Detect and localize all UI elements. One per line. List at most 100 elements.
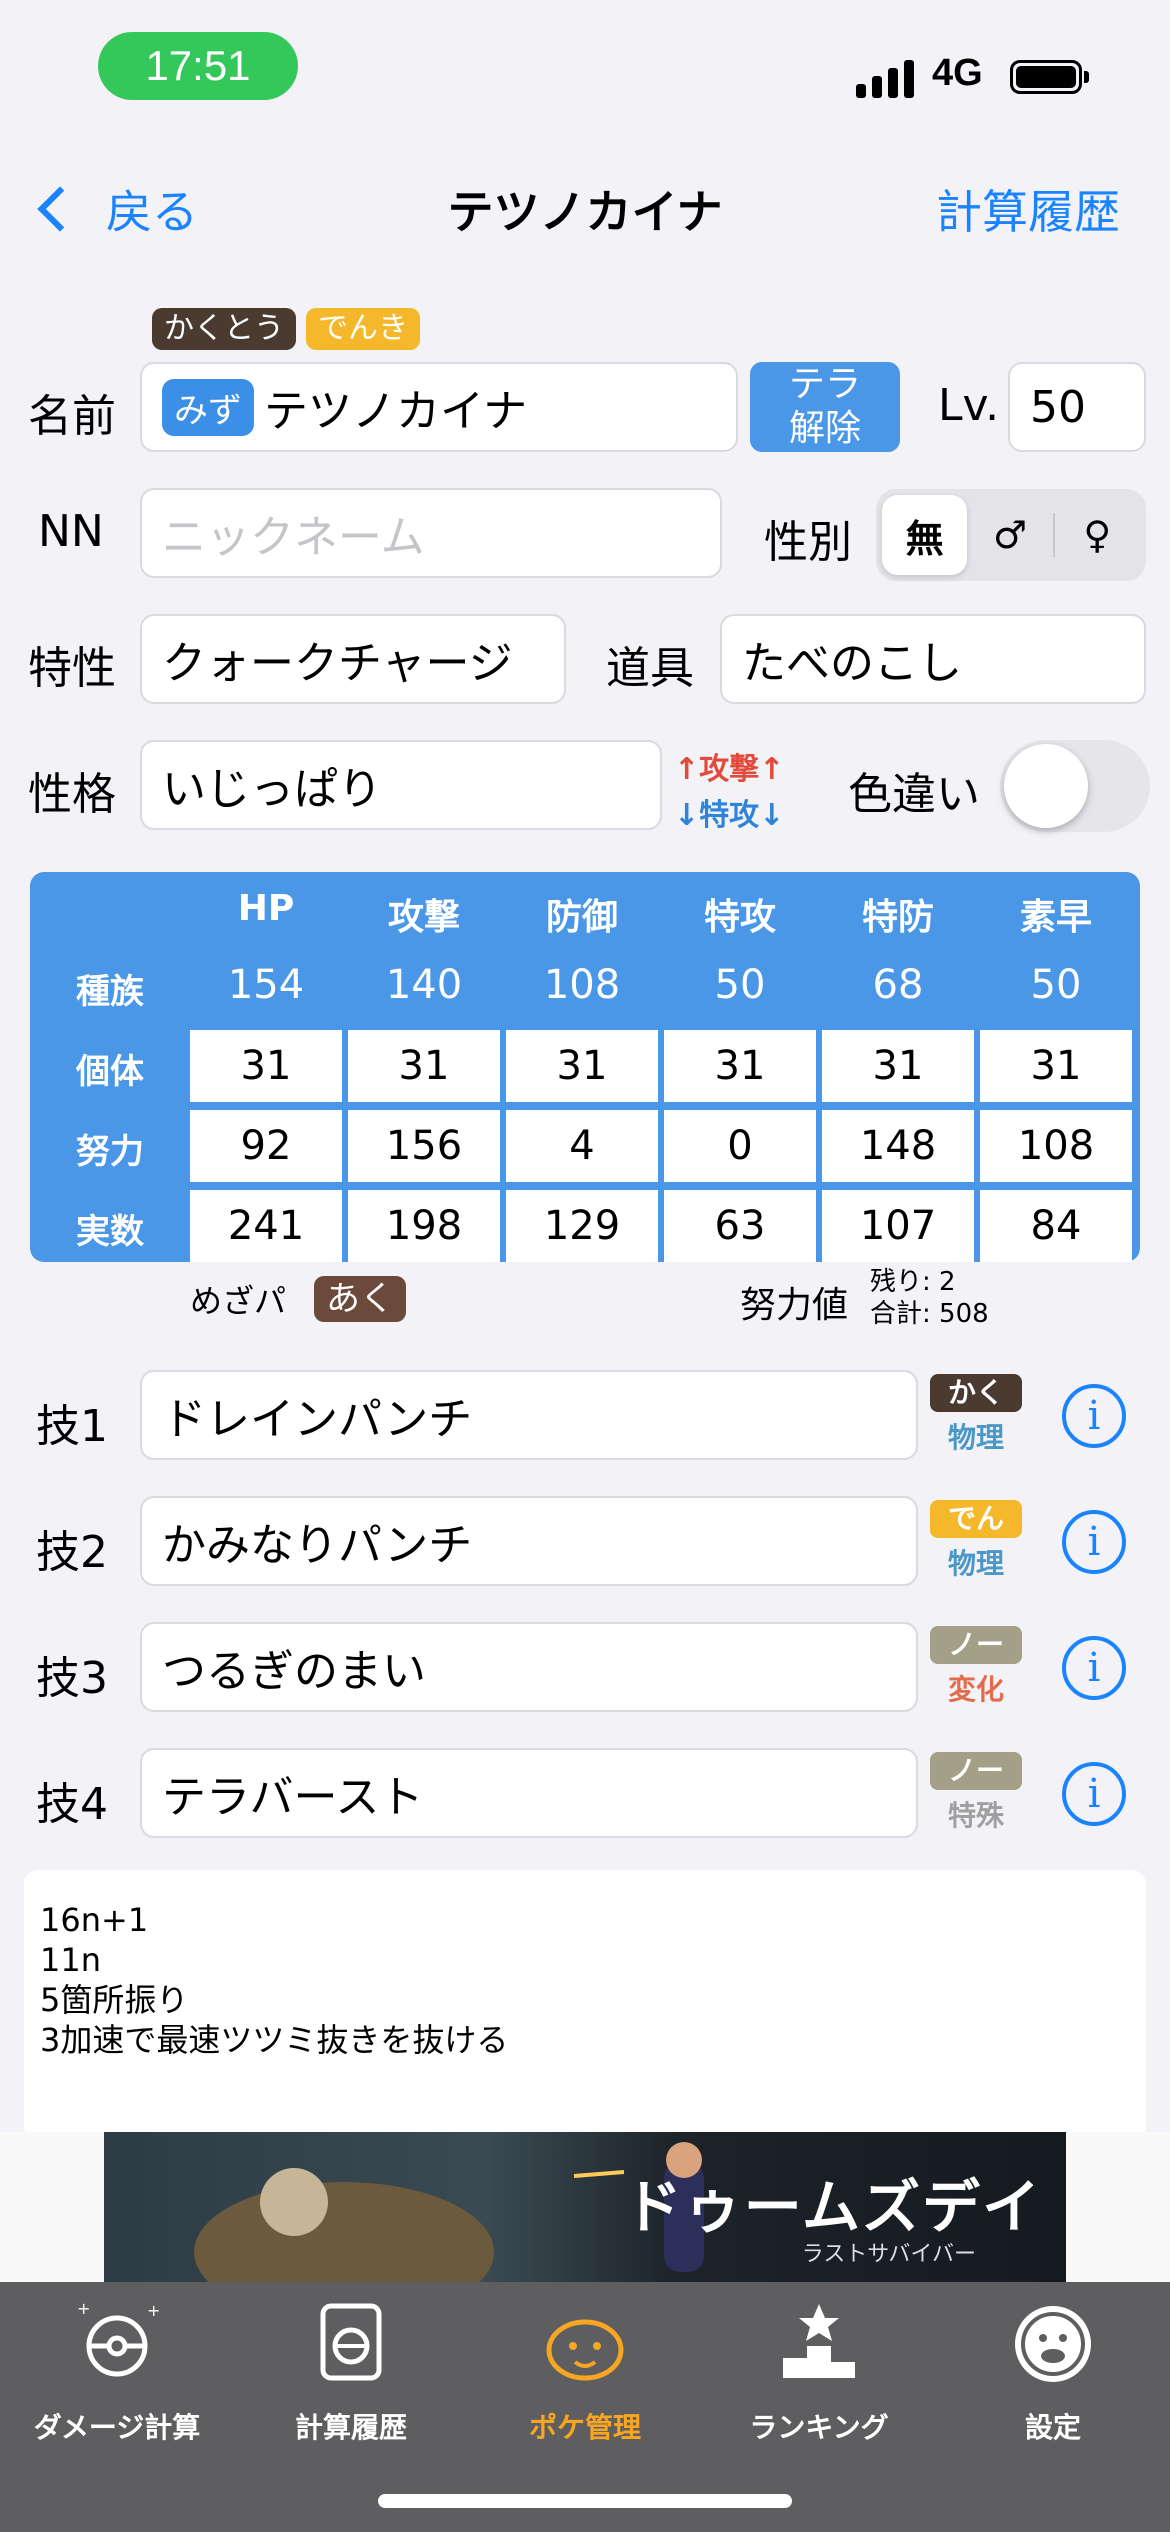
- ad-banner[interactable]: ドゥームズデイ ラストサバイバー: [104, 2132, 1066, 2282]
- ev-hp[interactable]: 92: [190, 1110, 342, 1182]
- nickname-label: NN: [38, 506, 104, 557]
- ev-remaining: 残り: 2: [870, 1267, 956, 1297]
- move2-field[interactable]: かみなりパンチ: [140, 1496, 918, 1586]
- tab-poke-manage[interactable]: ポケ管理: [468, 2296, 702, 2446]
- name-label: 名前: [28, 391, 116, 442]
- move1-category: 物理: [947, 1421, 1004, 1454]
- move4-field[interactable]: テラバースト: [140, 1748, 918, 1838]
- move3-name: つるぎのまい: [162, 1646, 426, 1697]
- tab-label: 設定: [1024, 2411, 1081, 2444]
- iv-spe[interactable]: 31: [980, 1030, 1132, 1102]
- podium-icon: [773, 2296, 865, 2388]
- gender-option-none[interactable]: 無: [882, 495, 968, 575]
- nature-field[interactable]: いじっぱり: [140, 740, 662, 830]
- move1-type-badge: かく: [930, 1374, 1022, 1412]
- move4-type-badge: ノー: [930, 1752, 1022, 1790]
- nickname-input[interactable]: ニックネーム: [140, 488, 722, 578]
- type-badge-electric: でんき: [306, 308, 420, 350]
- page-title: テツノカイナ: [447, 185, 723, 239]
- ev-spe[interactable]: 108: [980, 1110, 1132, 1182]
- battery-tip: [1084, 71, 1089, 83]
- tab-calc-history[interactable]: 計算履歴: [234, 2296, 468, 2446]
- item-field[interactable]: たべのこし: [720, 614, 1146, 704]
- move1-info-icon[interactable]: i: [1062, 1384, 1126, 1448]
- base-spa: 50: [714, 962, 766, 1008]
- memo-textarea[interactable]: 16n+1 11n 5箇所振り 3加速で最速ツツミ抜きを抜ける: [24, 1870, 1146, 2140]
- ev-total: 合計: 508: [870, 1299, 989, 1329]
- ad-subtitle: ラストサバイバー: [801, 2242, 976, 2267]
- nature-label: 性格: [28, 769, 116, 820]
- tab-damage-calc[interactable]: + + ダメージ計算: [0, 2296, 234, 2446]
- move3-category: 変化: [947, 1673, 1004, 1706]
- memo-line: 11n: [40, 1941, 101, 1979]
- gender-option-male[interactable]: ♂: [967, 495, 1052, 575]
- tab-label: ポケ管理: [528, 2411, 641, 2444]
- stat-header-hp: HP: [237, 888, 295, 929]
- base-hp: 154: [227, 962, 305, 1008]
- stat-header-spd: 特防: [861, 897, 934, 938]
- level-input[interactable]: 50: [1008, 362, 1146, 452]
- actual-spd[interactable]: 107: [822, 1190, 974, 1262]
- stat-header-def: 防御: [545, 897, 618, 938]
- iv-hp[interactable]: 31: [190, 1030, 342, 1102]
- gender-segmented-control[interactable]: 無 ♂ ♀: [876, 489, 1146, 581]
- history-device-icon: [305, 2296, 397, 2388]
- iv-spa[interactable]: 31: [664, 1030, 816, 1102]
- ev-def[interactable]: 4: [506, 1110, 658, 1182]
- hidden-power-type-badge[interactable]: あく: [314, 1276, 406, 1322]
- move1-field[interactable]: ドレインパンチ: [140, 1370, 918, 1460]
- row-label-actual: 実数: [76, 1212, 144, 1252]
- ev-atk[interactable]: 156: [348, 1110, 500, 1182]
- tab-settings[interactable]: 設定: [936, 2296, 1170, 2446]
- tera-cancel-button[interactable]: テラ 解除: [750, 362, 900, 452]
- back-label: 戻る: [106, 185, 198, 239]
- move4-label: 技4: [36, 1779, 108, 1830]
- ad-title: ドゥームズデイ: [623, 2173, 1042, 2241]
- item-label: 道具: [606, 643, 694, 694]
- move3-field[interactable]: つるぎのまい: [140, 1622, 918, 1712]
- ev-spa[interactable]: 0: [664, 1110, 816, 1182]
- actual-spa[interactable]: 63: [664, 1190, 816, 1262]
- move2-label: 技2: [36, 1527, 108, 1578]
- iv-def[interactable]: 31: [506, 1030, 658, 1102]
- actual-spe[interactable]: 84: [980, 1190, 1132, 1262]
- ability-field[interactable]: クォークチャージ: [140, 614, 566, 704]
- move3-info-icon[interactable]: i: [1062, 1636, 1126, 1700]
- iv-atk[interactable]: 31: [348, 1030, 500, 1102]
- battery-icon: [1010, 60, 1082, 94]
- gender-option-female[interactable]: ♀: [1055, 495, 1140, 575]
- tab-ranking[interactable]: ランキング: [702, 2296, 936, 2446]
- actual-def[interactable]: 129: [506, 1190, 658, 1262]
- ability-value: クォークチャージ: [162, 638, 513, 689]
- calc-history-button[interactable]: 計算履歴: [936, 176, 1120, 242]
- move3-label: 技3: [36, 1653, 108, 1704]
- level-label: Lv.: [938, 380, 1000, 431]
- actual-atk[interactable]: 198: [348, 1190, 500, 1262]
- move4-name: テラバースト: [162, 1772, 424, 1823]
- ev-summary-label: 努力値: [740, 1285, 849, 1326]
- move4-info-icon[interactable]: i: [1062, 1762, 1126, 1826]
- nickname-placeholder: ニックネーム: [162, 512, 425, 563]
- stat-header-spe: 素早: [1019, 897, 1092, 938]
- svg-text:+: +: [147, 2301, 160, 2320]
- memo-line: 5箇所振り: [40, 1981, 189, 2019]
- shiny-toggle[interactable]: [1000, 740, 1150, 832]
- tab-label: ダメージ計算: [33, 2411, 201, 2444]
- shiny-label: 色違い: [848, 769, 980, 820]
- nature-value: いじっぱり: [162, 764, 382, 815]
- move2-type-info: でん 物理: [930, 1500, 1022, 1582]
- stat-header-atk: 攻撃: [387, 897, 460, 938]
- home-indicator[interactable]: [378, 2494, 792, 2508]
- move2-type-badge: でん: [930, 1500, 1022, 1538]
- name-field[interactable]: みず テツノカイナ: [140, 362, 738, 452]
- tab-label: ランキング: [749, 2411, 889, 2444]
- iv-spd[interactable]: 31: [822, 1030, 974, 1102]
- ev-spd[interactable]: 148: [822, 1110, 974, 1182]
- move2-info-icon[interactable]: i: [1062, 1510, 1126, 1574]
- nature-boost: ↑攻撃↑: [674, 752, 785, 787]
- back-button[interactable]: 戻る: [24, 176, 198, 242]
- type-badges: かくとう でんき: [152, 308, 420, 350]
- move2-category: 物理: [947, 1547, 1004, 1580]
- actual-hp[interactable]: 241: [190, 1190, 342, 1262]
- base-spe: 50: [1030, 962, 1082, 1008]
